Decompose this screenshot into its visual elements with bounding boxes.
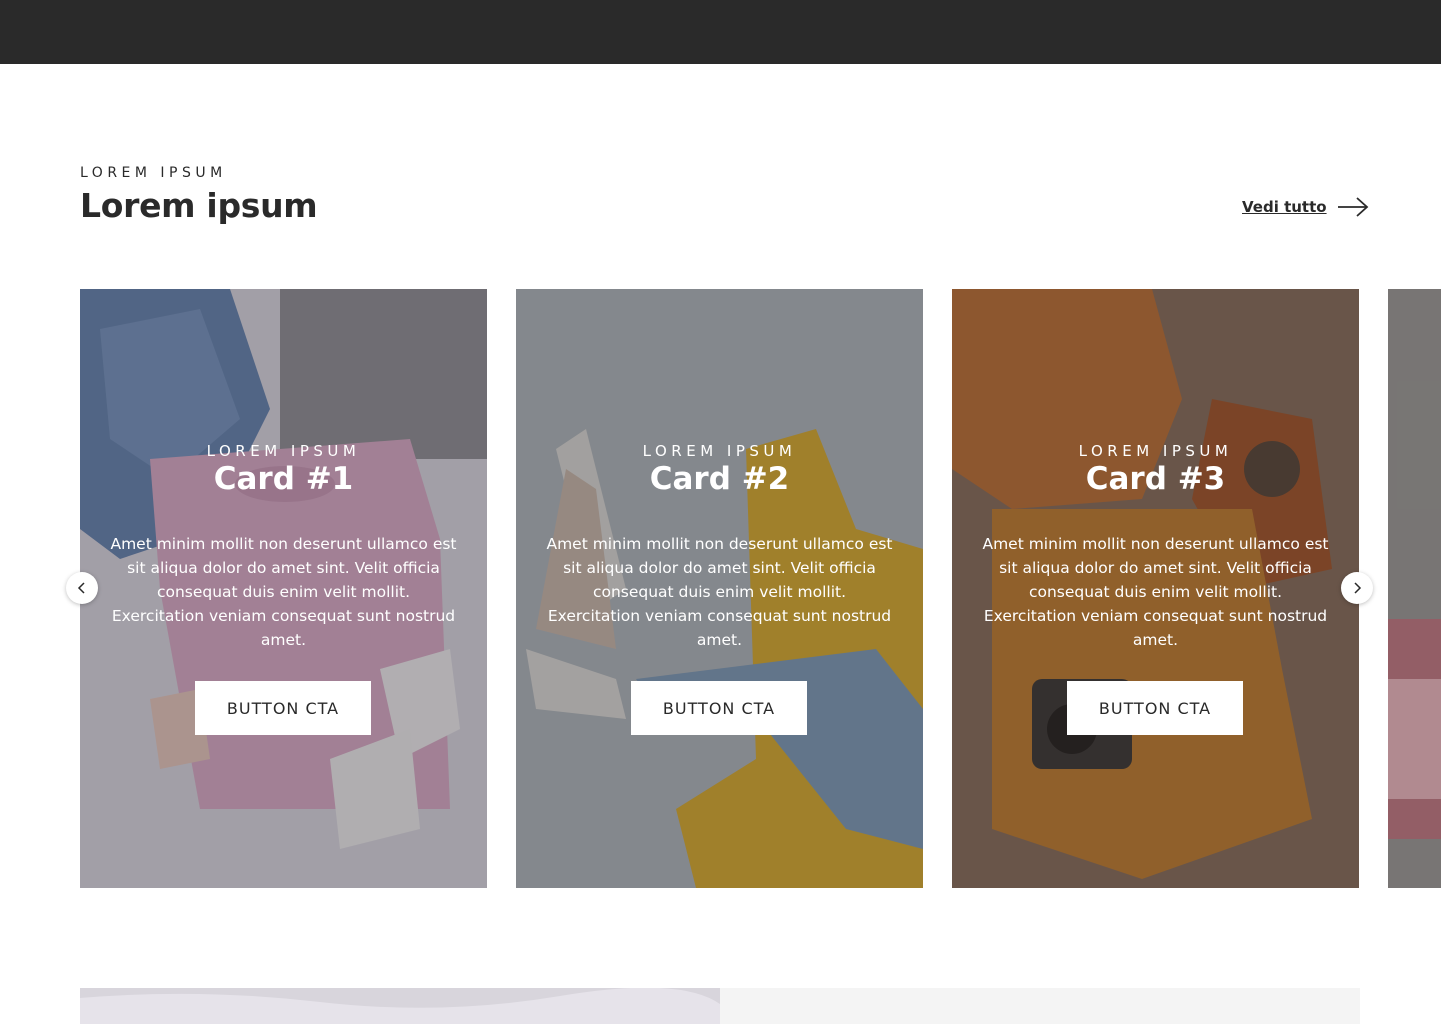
card-overlay bbox=[1388, 289, 1441, 888]
bottom-section-panel bbox=[720, 988, 1360, 1024]
card-title: Card #3 bbox=[1085, 461, 1226, 497]
card-eyebrow: LOREM IPSUM bbox=[206, 442, 361, 460]
card-cta-button[interactable]: BUTTON CTA bbox=[195, 681, 371, 735]
section-title: Lorem ipsum bbox=[80, 186, 318, 225]
card-3: LOREM IPSUM Card #3 Amet minim mollit no… bbox=[952, 289, 1359, 888]
carousel-next-button[interactable] bbox=[1341, 572, 1373, 604]
card-eyebrow: LOREM IPSUM bbox=[642, 442, 797, 460]
card-content: LOREM IPSUM Card #3 Amet minim mollit no… bbox=[952, 289, 1359, 888]
card-eyebrow: LOREM IPSUM bbox=[1078, 442, 1233, 460]
card-content: LOREM IPSUM Card #2 Amet minim mollit no… bbox=[516, 289, 923, 888]
card-2: LOREM IPSUM Card #2 Amet minim mollit no… bbox=[516, 289, 923, 888]
chevron-right-icon bbox=[1354, 582, 1362, 594]
card-content: LOREM IPSUM Card #1 Amet minim mollit no… bbox=[80, 289, 487, 888]
card-cta-button[interactable]: BUTTON CTA bbox=[1067, 681, 1243, 735]
card-description: Amet minim mollit non deserunt ullamco e… bbox=[546, 535, 893, 649]
carousel-prev-button[interactable] bbox=[66, 572, 98, 604]
view-all-label: Vedi tutto bbox=[1242, 198, 1327, 216]
card-4-partial bbox=[1388, 289, 1441, 888]
arrow-right-icon bbox=[1337, 197, 1368, 217]
card-description: Amet minim mollit non deserunt ullamco e… bbox=[110, 535, 457, 649]
view-all-link[interactable]: Vedi tutto bbox=[1242, 196, 1369, 218]
section-eyebrow: LOREM IPSUM bbox=[80, 165, 227, 181]
card-description: Amet minim mollit non deserunt ullamco e… bbox=[982, 535, 1329, 649]
card-1: LOREM IPSUM Card #1 Amet minim mollit no… bbox=[80, 289, 487, 888]
card-cta-button[interactable]: BUTTON CTA bbox=[631, 681, 807, 735]
chevron-left-icon bbox=[77, 582, 85, 594]
card-title: Card #2 bbox=[649, 461, 790, 497]
card-title: Card #1 bbox=[213, 461, 354, 497]
top-navigation-bar bbox=[0, 0, 1441, 64]
bottom-section-image bbox=[80, 988, 720, 1024]
